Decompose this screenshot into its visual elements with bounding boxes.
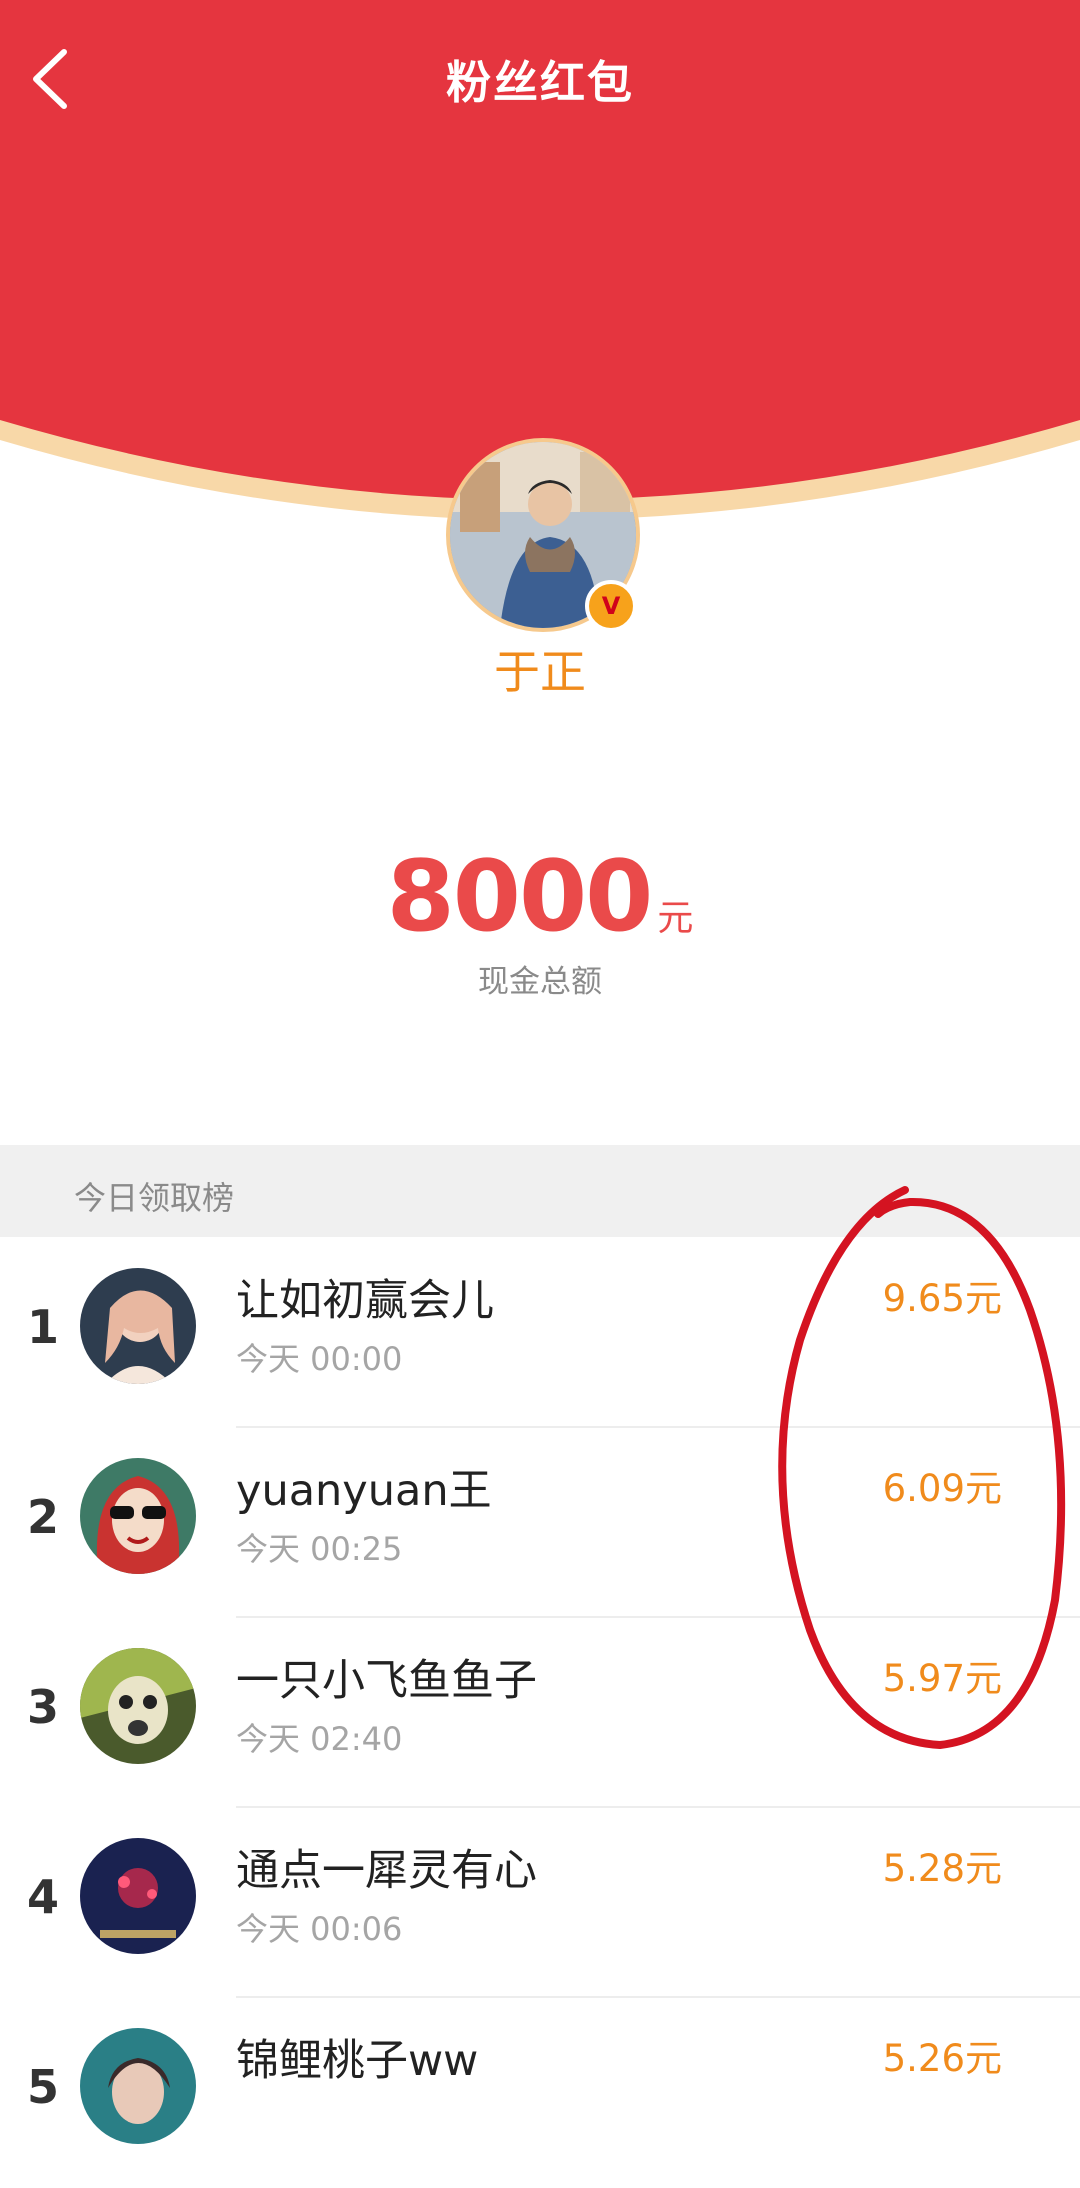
total-amount-unit: 元 bbox=[657, 898, 694, 939]
user-name: 让如初赢会儿 bbox=[236, 1276, 494, 1326]
rank-number: 4 bbox=[26, 1870, 59, 1924]
claim-amount: 9.65元 bbox=[882, 1277, 1002, 1320]
list-item[interactable]: 1 让如初赢会儿 今天 00:00 9.65元 bbox=[0, 1238, 1080, 1428]
claim-amount: 5.97元 bbox=[882, 1657, 1002, 1700]
avatar[interactable] bbox=[80, 1268, 196, 1384]
claim-amount: 5.28元 bbox=[882, 1847, 1002, 1890]
user-name: 一只小飞鱼鱼子 bbox=[236, 1656, 537, 1706]
claim-amount: 5.26元 bbox=[882, 2037, 1002, 2080]
verified-badge: V bbox=[585, 580, 637, 632]
page-title: 粉丝红包 bbox=[445, 56, 634, 109]
claim-time: 今天 00:06 bbox=[236, 1910, 403, 1948]
rank-number: 5 bbox=[26, 2060, 59, 2114]
rank-number: 1 bbox=[26, 1300, 59, 1354]
avatar[interactable] bbox=[80, 1648, 196, 1764]
claim-amount: 6.09元 bbox=[882, 1467, 1002, 1510]
avatar[interactable] bbox=[80, 1458, 196, 1574]
total-amount-label: 现金总额 bbox=[478, 964, 602, 1000]
avatar[interactable] bbox=[80, 1838, 196, 1954]
user-name: yuanyuan王 bbox=[236, 1466, 492, 1516]
nav-bar: 粉丝红包 bbox=[0, 0, 1080, 160]
list-item[interactable]: 5 锦鲤桃子ww 5.26元 bbox=[0, 1998, 1080, 2188]
user-name: 通点一犀灵有心 bbox=[236, 1846, 537, 1896]
total-amount: 8000 元 bbox=[0, 840, 1080, 954]
leaderboard-header: 今日领取榜 bbox=[0, 1145, 1080, 1237]
user-name: 锦鲤桃子ww bbox=[236, 2036, 479, 2086]
total-amount-value: 8000 bbox=[386, 840, 654, 954]
list-item[interactable]: 2 yuanyuan王 今天 00:25 6.09元 bbox=[0, 1428, 1080, 1618]
claim-time: 今天 02:40 bbox=[236, 1720, 403, 1758]
host-name[interactable]: 于正 bbox=[0, 636, 1080, 702]
leaderboard-title: 今日领取榜 bbox=[74, 1179, 235, 1217]
list-item[interactable]: 4 通点一犀灵有心 今天 00:06 5.28元 bbox=[0, 1808, 1080, 1998]
rank-number: 2 bbox=[26, 1490, 59, 1544]
claim-time: 今天 00:00 bbox=[236, 1340, 403, 1378]
rank-number: 3 bbox=[26, 1680, 59, 1734]
claim-time: 今天 00:25 bbox=[236, 1530, 403, 1568]
list-item[interactable]: 3 一只小飞鱼鱼子 今天 02:40 5.97元 bbox=[0, 1618, 1080, 1808]
